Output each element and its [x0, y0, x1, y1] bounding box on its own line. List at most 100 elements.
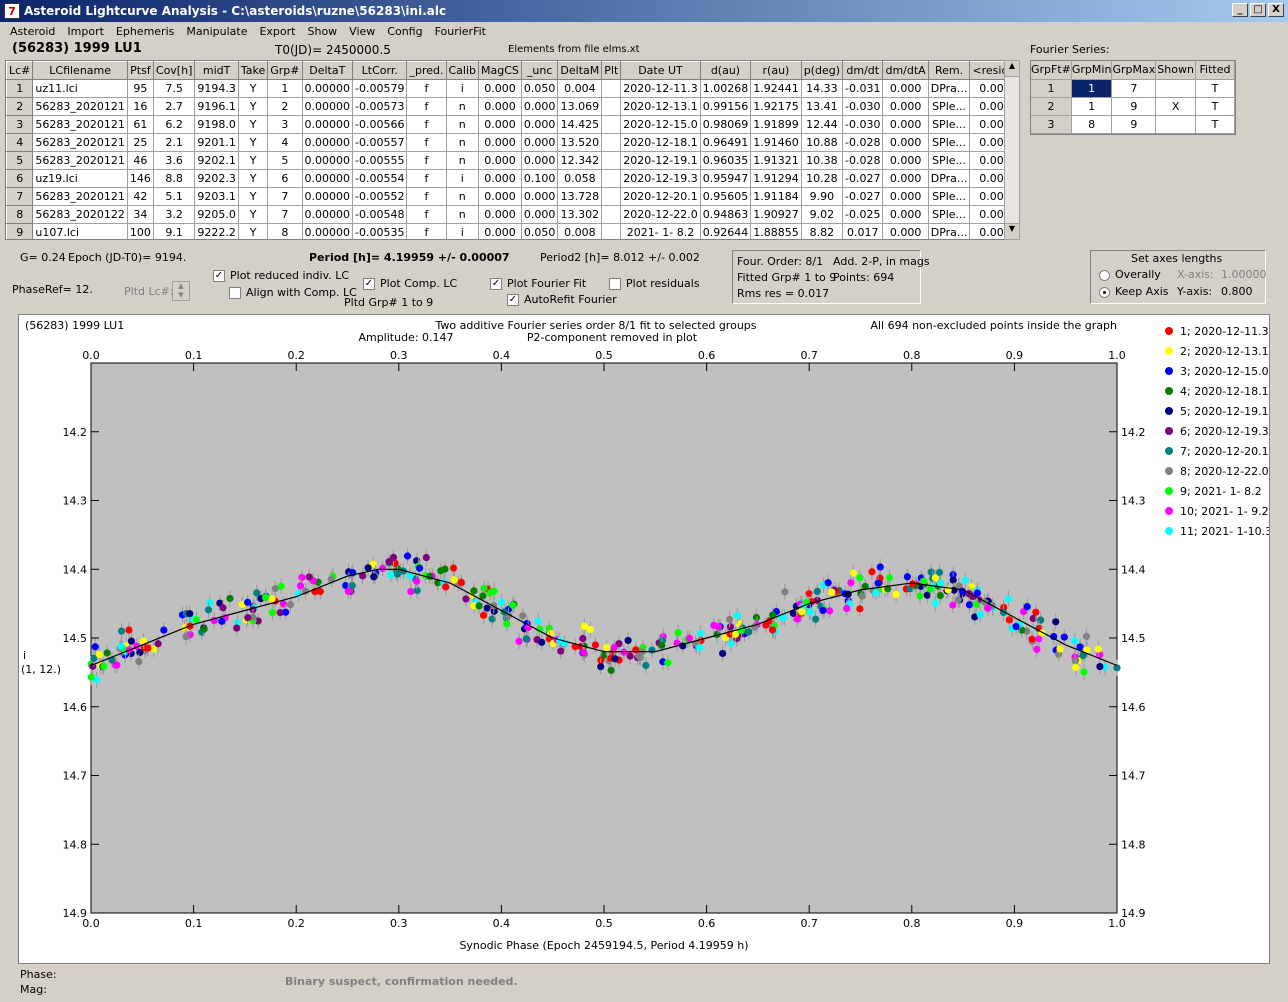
table-cell[interactable]: -0.027 — [842, 187, 884, 206]
table-cell[interactable]: -0.00554 — [352, 169, 408, 188]
table-cell[interactable]: Y — [238, 223, 269, 239]
table-cell[interactable]: f — [406, 79, 447, 98]
fourier-column-header[interactable]: Shown — [1155, 61, 1196, 80]
table-cell[interactable]: 9.1 — [153, 223, 196, 239]
table-cell[interactable]: 10.88 — [801, 133, 844, 152]
table-cell[interactable]: i — [446, 169, 480, 188]
table-cell[interactable]: 25 — [127, 133, 154, 152]
table-cell[interactable]: 13.302 — [557, 205, 603, 224]
table-cell[interactable]: 12.342 — [557, 151, 603, 170]
table-row[interactable]: 4 56283_2020121 25 2.1 9201.1 Y 4 0.00000 -0.005… — [6, 133, 1019, 152]
table-cell[interactable]: Y — [238, 205, 269, 224]
table-cell[interactable]: 0.000 — [478, 79, 522, 98]
table-cell[interactable]: 1.91460 — [750, 133, 802, 152]
table-cell[interactable]: 34 — [127, 205, 154, 224]
table-cell[interactable]: -0.030 — [842, 115, 884, 134]
overally-radio[interactable]: Overally — [1099, 268, 1161, 281]
scroll-down-icon[interactable]: ▼ — [1005, 223, 1019, 239]
lightcurve-table[interactable]: Lc# LCfilename Ptsf Cov[h] midT Take Grp# Delta… — [5, 60, 1020, 240]
lightcurve-chart[interactable]: 0.00.00.10.10.20.20.30.30.40.40.50.50.60… — [19, 315, 1272, 963]
table-cell[interactable]: uz11.lci — [32, 79, 128, 98]
table-cell[interactable]: 9202.1 — [194, 151, 239, 170]
table-cell[interactable]: 0.94863 — [700, 205, 752, 224]
close-button[interactable]: X — [1268, 3, 1284, 17]
table-cell[interactable]: 1.90927 — [750, 205, 802, 224]
table-cell[interactable]: -0.00557 — [352, 133, 408, 152]
table-cell[interactable] — [601, 133, 622, 152]
table-scrollbar[interactable]: ▲ ▼ — [1004, 60, 1020, 240]
table-cell[interactable]: 0.058 — [557, 169, 603, 188]
table-cell[interactable] — [601, 151, 622, 170]
table-cell[interactable]: i — [446, 223, 480, 239]
table-cell[interactable]: 0.000 — [521, 115, 559, 134]
table-cell[interactable]: 0.000 — [882, 223, 929, 239]
table-cell[interactable]: -0.028 — [842, 133, 884, 152]
table-cell[interactable]: 9196.1 — [194, 97, 239, 116]
table-cell[interactable]: 56283_2020121 — [32, 133, 128, 152]
table-cell[interactable]: uz19.lci — [32, 169, 128, 188]
column-header[interactable]: Cov[h] — [152, 61, 196, 80]
table-cell[interactable]: 1.00268 — [700, 79, 752, 98]
plot-comp-checkbox[interactable]: ✓ Plot Comp. LC — [363, 277, 457, 290]
column-header[interactable]: Calib — [445, 61, 480, 80]
table-cell[interactable]: 14.425 — [557, 115, 603, 134]
table-cell[interactable]: 0.000 — [882, 97, 929, 116]
fourier-cell[interactable]: 7 — [1111, 79, 1157, 98]
table-cell[interactable]: 0.000 — [521, 133, 559, 152]
table-cell[interactable]: 0.000 — [882, 79, 929, 98]
table-cell[interactable]: 2020-12-11.3 — [620, 79, 701, 98]
table-cell[interactable]: 0.00000 — [302, 187, 354, 206]
table-cell[interactable]: 3.2 — [153, 205, 196, 224]
table-cell[interactable]: -0.027 — [842, 169, 884, 188]
table-cell[interactable]: 1.91294 — [750, 169, 802, 188]
menu-export[interactable]: Export — [253, 25, 301, 38]
table-cell[interactable]: 56283_2020121 — [32, 151, 128, 170]
plot-reduced-checkbox[interactable]: ✓ Plot reduced indiv. LC — [213, 269, 349, 282]
menu-fourierfit[interactable]: FourierFit — [429, 25, 492, 38]
table-cell[interactable]: 0.98069 — [700, 115, 752, 134]
table-cell[interactable]: 0.000 — [478, 133, 522, 152]
plot-residuals-checkbox[interactable]: Plot residuals — [609, 277, 700, 290]
table-cell[interactable]: n — [446, 115, 480, 134]
column-header[interactable]: Take — [237, 61, 269, 80]
column-header[interactable]: LCfilename — [32, 61, 128, 80]
table-cell[interactable]: 56283_2020121 — [32, 115, 128, 134]
fourier-cell[interactable] — [1155, 79, 1196, 98]
table-cell[interactable]: n — [446, 97, 480, 116]
row-number[interactable]: 7 — [6, 187, 34, 206]
table-cell[interactable]: DPra... — [928, 169, 971, 188]
table-cell[interactable]: 2020-12-22.0 — [620, 205, 701, 224]
column-header[interactable]: Date UT — [620, 61, 701, 80]
table-cell[interactable]: 2020-12-15.0 — [620, 115, 701, 134]
table-cell[interactable]: -0.00548 — [352, 205, 408, 224]
table-cell[interactable]: 0.00000 — [302, 169, 354, 188]
table-cell[interactable]: 12.44 — [801, 115, 844, 134]
fourier-cell[interactable]: 3 — [1031, 115, 1072, 134]
table-cell[interactable]: 0.00000 — [302, 115, 354, 134]
column-header[interactable]: Ptsf — [126, 61, 154, 80]
table-cell[interactable]: SPle... — [928, 97, 971, 116]
table-cell[interactable]: 0.017 — [842, 223, 884, 239]
table-row[interactable]: 6 uz19.lci 146 8.8 9202.3 Y 6 0.00000 -0.00554 f i… — [6, 169, 1019, 188]
table-cell[interactable]: 2020-12-18.1 — [620, 133, 701, 152]
table-cell[interactable]: 5 — [267, 151, 303, 170]
column-header[interactable]: Lc# — [6, 61, 34, 80]
fourier-cell[interactable]: T — [1195, 97, 1236, 116]
row-number[interactable]: 5 — [6, 151, 34, 170]
minimize-button[interactable]: _ — [1232, 3, 1248, 17]
table-cell[interactable]: n — [446, 187, 480, 206]
table-cell[interactable]: DPra... — [928, 79, 971, 98]
column-header[interactable]: dm/dtA — [882, 61, 929, 80]
table-cell[interactable]: -0.00552 — [352, 187, 408, 206]
fourier-cell[interactable]: 8 — [1071, 115, 1113, 134]
table-cell[interactable]: 42 — [127, 187, 154, 206]
table-cell[interactable]: 0.000 — [521, 187, 559, 206]
column-header[interactable]: _pred. — [406, 61, 447, 80]
plot-fourier-checkbox[interactable]: ✓ Plot Fourier Fit — [490, 277, 586, 290]
row-number[interactable]: 6 — [6, 169, 34, 188]
table-cell[interactable]: 2 — [267, 97, 303, 116]
table-cell[interactable]: SPle... — [928, 151, 971, 170]
table-cell[interactable]: 8 — [267, 223, 303, 239]
table-cell[interactable]: 1.92175 — [750, 97, 802, 116]
table-cell[interactable]: 13.069 — [557, 97, 603, 116]
